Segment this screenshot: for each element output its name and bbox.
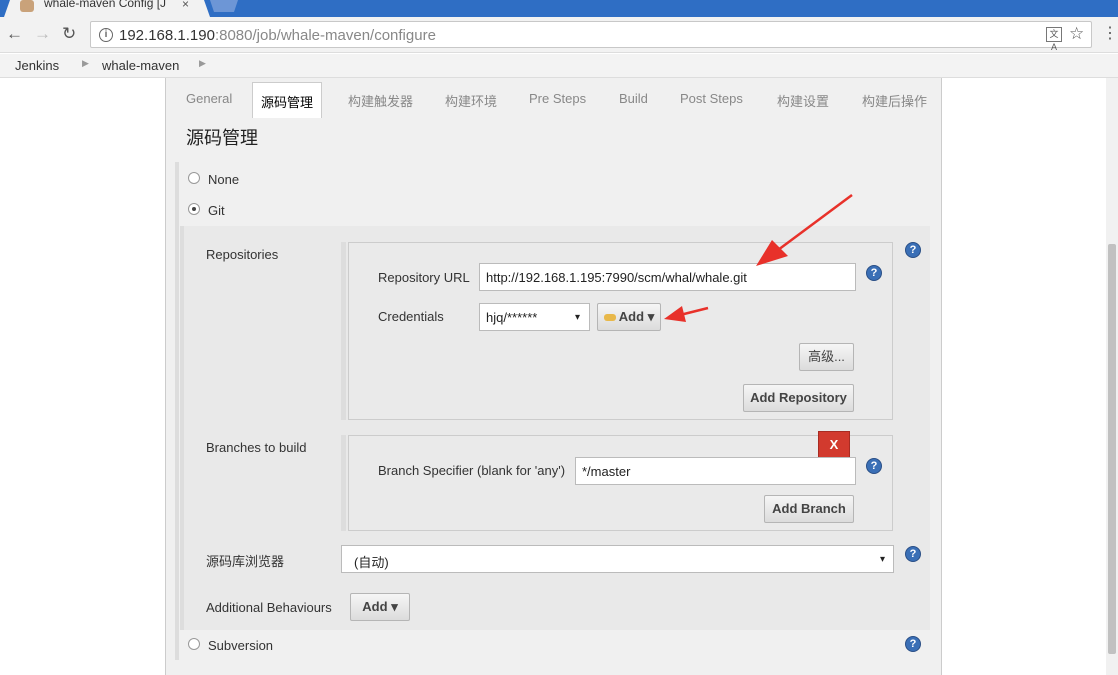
arrow-to-url-icon <box>756 193 853 266</box>
annotation-arrows <box>664 193 853 322</box>
arrow-to-add-icon <box>664 306 709 322</box>
